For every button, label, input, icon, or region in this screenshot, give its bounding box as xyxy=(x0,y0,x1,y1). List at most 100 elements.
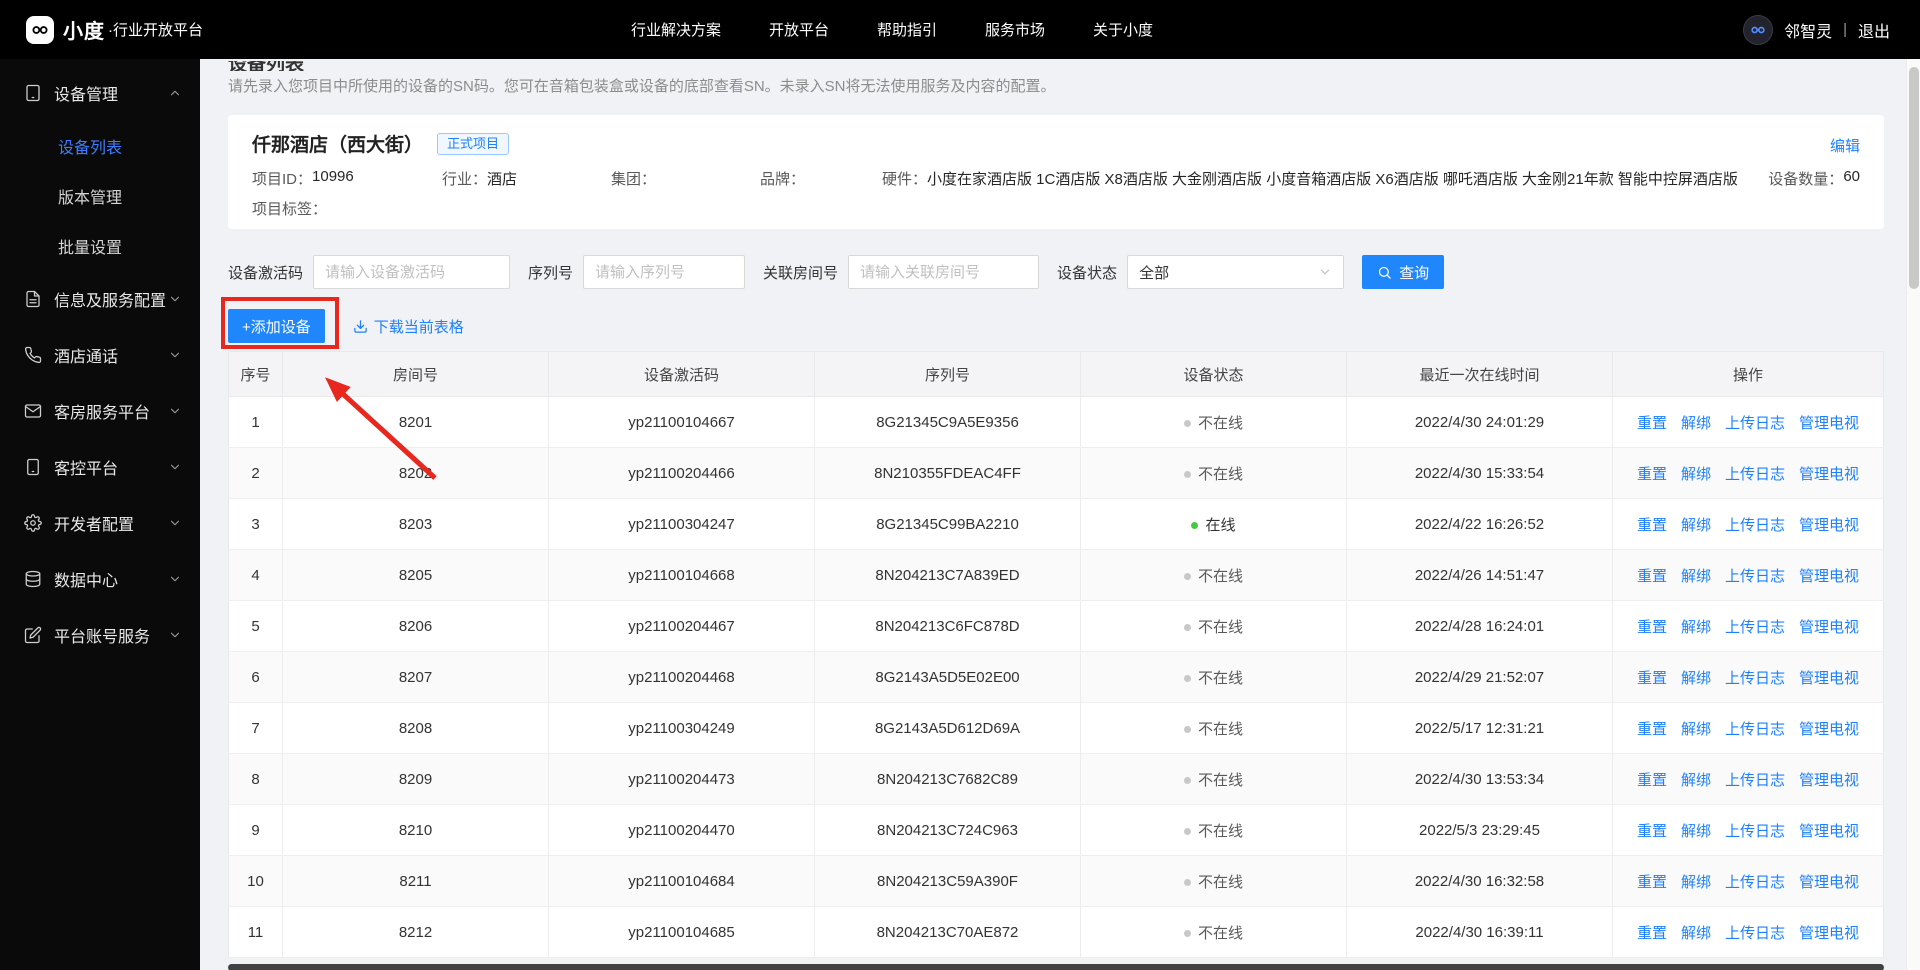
top-menu-item[interactable]: 关于小度 xyxy=(1093,19,1153,40)
top-navbar: 小度 ·行业开放平台 行业解决方案 开放平台 帮助指引 服务市场 关于小度 邻智灵 | … xyxy=(0,0,1920,59)
cell-index: 2 xyxy=(228,447,283,499)
sidebar-item-label: 客控平台 xyxy=(54,461,119,478)
project-field-label: 设备数量： xyxy=(1768,171,1844,188)
operation-link[interactable]: 解绑 xyxy=(1681,823,1711,840)
chevron-down-icon xyxy=(168,348,182,362)
cell-room: 8208 xyxy=(282,702,549,754)
activation-code-input[interactable] xyxy=(313,255,511,289)
project-field: 品牌： xyxy=(760,168,882,189)
operation-link[interactable]: 解绑 xyxy=(1681,721,1711,738)
operation-link[interactable]: 上传日志 xyxy=(1725,466,1785,483)
operation-link[interactable]: 管理电视 xyxy=(1799,874,1859,891)
operation-link[interactable]: 管理电视 xyxy=(1799,721,1859,738)
sidebar-item[interactable]: 客控平台 xyxy=(0,439,200,495)
operation-link[interactable]: 重置 xyxy=(1637,925,1667,942)
operation-link[interactable]: 重置 xyxy=(1637,823,1667,840)
top-menu-item[interactable]: 开放平台 xyxy=(769,19,829,40)
sidebar-item[interactable]: 开发者配置 xyxy=(0,495,200,551)
edit-project-link[interactable]: 编辑 xyxy=(1830,135,1860,156)
operation-link[interactable]: 上传日志 xyxy=(1725,823,1785,840)
project-field: 设备数量： 60 xyxy=(1768,168,1860,189)
add-device-button[interactable]: +添加设备 xyxy=(228,309,325,343)
top-menu-item[interactable]: 行业解决方案 xyxy=(631,19,721,40)
operation-link[interactable]: 解绑 xyxy=(1681,466,1711,483)
operation-link[interactable]: 上传日志 xyxy=(1725,517,1785,534)
operation-link[interactable]: 重置 xyxy=(1637,568,1667,585)
operation-link[interactable]: 解绑 xyxy=(1681,568,1711,585)
operation-link[interactable]: 上传日志 xyxy=(1725,925,1785,942)
table-row: 4 8205 yp21100104668 8N204213C7A839ED 不在线 202… xyxy=(228,549,1884,601)
operation-link[interactable]: 重置 xyxy=(1637,619,1667,636)
operation-link[interactable]: 上传日志 xyxy=(1725,619,1785,636)
sidebar-subitem[interactable]: 设备列表 xyxy=(0,121,200,171)
page-scrollbar-thumb[interactable] xyxy=(1909,67,1919,289)
search-button[interactable]: 查询 xyxy=(1362,255,1445,289)
sidebar-item[interactable]: 设备管理 xyxy=(0,65,200,121)
serial-input[interactable] xyxy=(583,255,746,289)
operation-link[interactable]: 重置 xyxy=(1637,517,1667,534)
cell-serial: 8N204213C6FC878D xyxy=(814,600,1081,652)
cell-operations: 重置 解绑 上传日志 管理电视 xyxy=(1612,855,1884,907)
table-row: 11 8212 yp21100104685 8N204213C70AE872 不在线 20… xyxy=(228,906,1884,958)
cell-room: 8203 xyxy=(282,498,549,550)
sidebar-item[interactable]: 信息及服务配置 xyxy=(0,271,200,327)
operation-link[interactable]: 解绑 xyxy=(1681,874,1711,891)
operation-link[interactable]: 重置 xyxy=(1637,772,1667,789)
status-dot-icon xyxy=(1183,929,1191,937)
cell-status: 不在线 xyxy=(1080,753,1347,805)
cell-operations: 重置 解绑 上传日志 管理电视 xyxy=(1612,906,1884,958)
operation-link[interactable]: 管理电视 xyxy=(1799,415,1859,432)
operation-link[interactable]: 重置 xyxy=(1637,670,1667,687)
sidebar-subitem[interactable]: 批量设置 xyxy=(0,221,200,271)
device-status-label: 设备状态 xyxy=(1057,264,1118,282)
cell-activation-code: yp21100204467 xyxy=(548,600,815,652)
operation-link[interactable]: 管理电视 xyxy=(1799,670,1859,687)
operation-link[interactable]: 解绑 xyxy=(1681,415,1711,432)
operation-link[interactable]: 解绑 xyxy=(1681,619,1711,636)
operation-link[interactable]: 重置 xyxy=(1637,415,1667,432)
table-row: 1 8201 yp21100104667 8G21345C9A5E9356 不在线 202… xyxy=(228,396,1884,448)
sidebar-item[interactable]: 客房服务平台 xyxy=(0,383,200,439)
operation-link[interactable]: 解绑 xyxy=(1681,670,1711,687)
gear-icon xyxy=(24,514,42,532)
status-dot-icon xyxy=(1183,572,1191,580)
sidebar-subitem[interactable]: 版本管理 xyxy=(0,171,200,221)
operation-link[interactable]: 解绑 xyxy=(1681,925,1711,942)
cell-room: 8209 xyxy=(282,753,549,805)
sidebar-item[interactable]: 平台账号服务 xyxy=(0,607,200,663)
operation-link[interactable]: 上传日志 xyxy=(1725,415,1785,432)
top-menu-item[interactable]: 帮助指引 xyxy=(877,19,937,40)
operation-link[interactable]: 上传日志 xyxy=(1725,721,1785,738)
operation-link[interactable]: 上传日志 xyxy=(1725,670,1785,687)
operation-link[interactable]: 管理电视 xyxy=(1799,925,1859,942)
cell-activation-code: yp21100104684 xyxy=(548,855,815,907)
top-menu-item[interactable]: 服务市场 xyxy=(985,19,1045,40)
operation-link[interactable]: 重置 xyxy=(1637,466,1667,483)
operation-link[interactable]: 管理电视 xyxy=(1799,517,1859,534)
cell-index: 6 xyxy=(228,651,283,703)
operation-link[interactable]: 管理电视 xyxy=(1799,466,1859,483)
download-table-link[interactable]: 下载当前表格 xyxy=(353,316,464,337)
cell-serial: 8N204213C7A839ED xyxy=(814,549,1081,601)
operation-link[interactable]: 管理电视 xyxy=(1799,772,1859,789)
operation-link[interactable]: 解绑 xyxy=(1681,517,1711,534)
operation-link[interactable]: 上传日志 xyxy=(1725,568,1785,585)
operation-link[interactable]: 重置 xyxy=(1637,721,1667,738)
operation-link[interactable]: 管理电视 xyxy=(1799,568,1859,585)
table-horizontal-scrollbar[interactable] xyxy=(228,964,1884,970)
sidebar-item[interactable]: 数据中心 xyxy=(0,551,200,607)
chevron-down-icon xyxy=(168,404,182,418)
operation-link[interactable]: 管理电视 xyxy=(1799,823,1859,840)
operation-link[interactable]: 上传日志 xyxy=(1725,874,1785,891)
project-tag-label: 项目标签： xyxy=(252,201,328,218)
column-header: 房间号 xyxy=(282,351,549,397)
operation-link[interactable]: 重置 xyxy=(1637,874,1667,891)
operation-link[interactable]: 解绑 xyxy=(1681,772,1711,789)
operation-link[interactable]: 管理电视 xyxy=(1799,619,1859,636)
user-avatar[interactable] xyxy=(1743,14,1774,45)
operation-link[interactable]: 上传日志 xyxy=(1725,772,1785,789)
logout-link[interactable]: 退出 xyxy=(1858,18,1890,42)
sidebar-item[interactable]: 酒店通话 xyxy=(0,327,200,383)
device-status-select[interactable]: 全部 xyxy=(1127,255,1345,289)
room-input[interactable] xyxy=(848,255,1040,289)
